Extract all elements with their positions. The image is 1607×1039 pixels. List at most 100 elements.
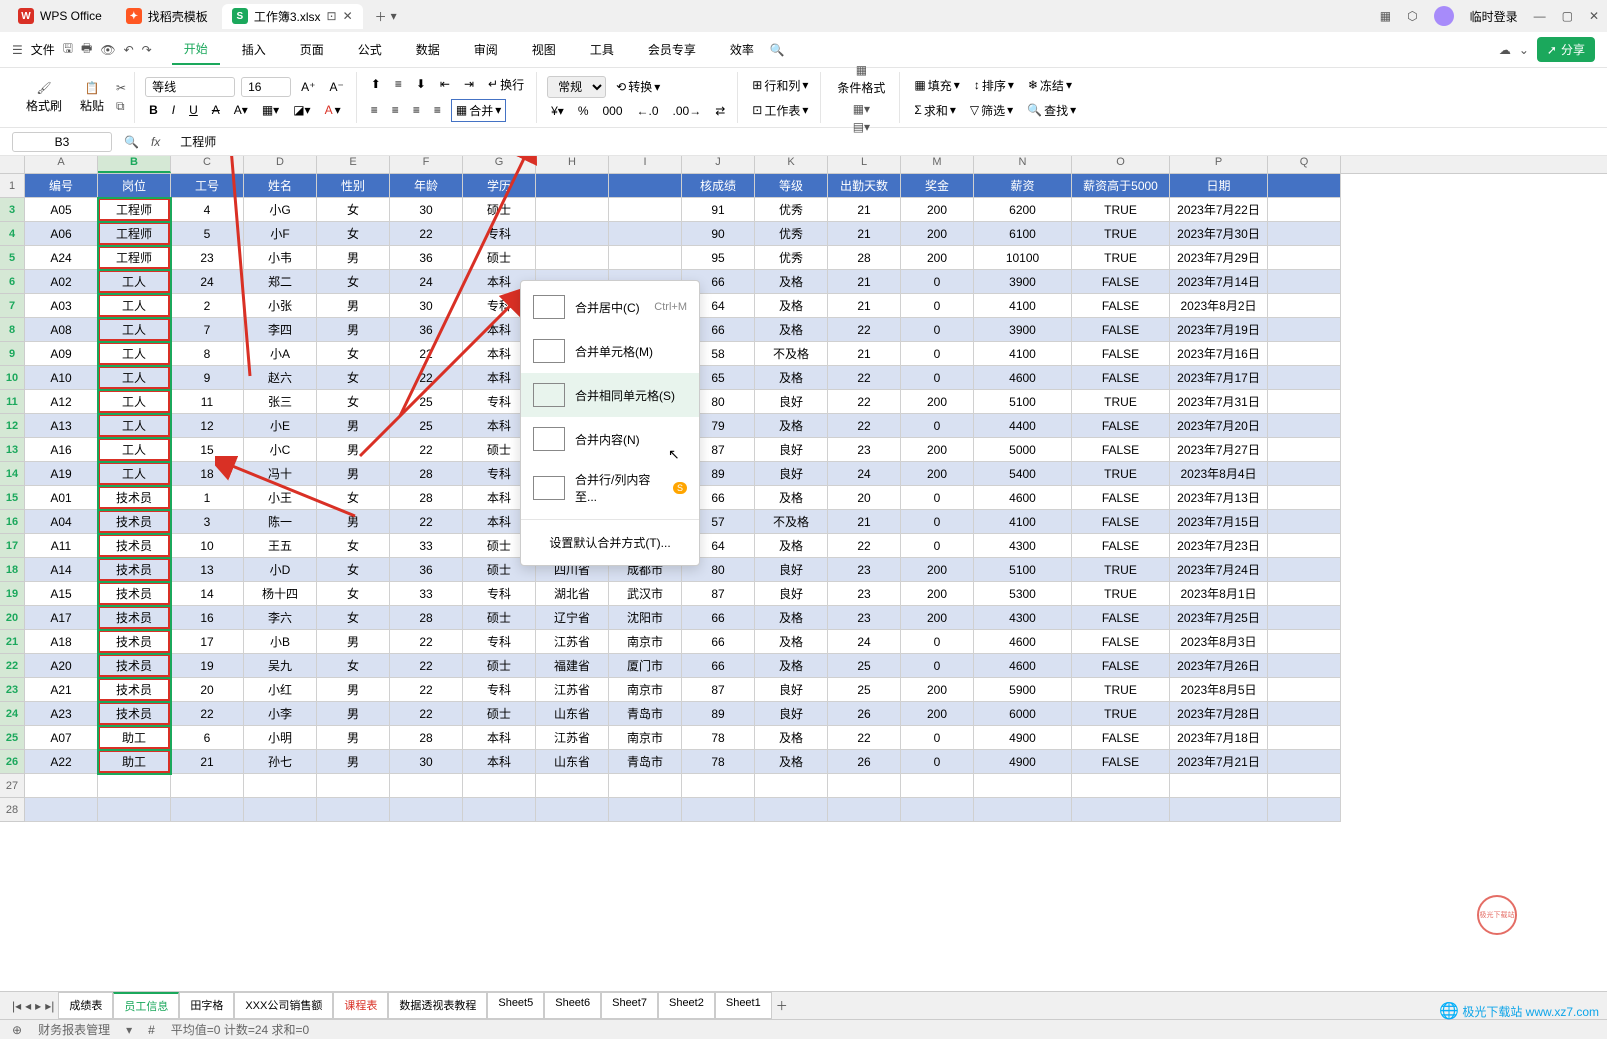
cell[interactable]: FALSE [1072,294,1170,318]
menu-icon[interactable]: ☰ [12,43,23,57]
row-header[interactable]: 9 [0,342,25,366]
row-header[interactable]: 10 [0,366,25,390]
maximize-icon[interactable]: ▢ [1562,9,1573,23]
cell[interactable]: 0 [901,750,974,774]
cell[interactable]: 男 [317,414,390,438]
cell[interactable]: FALSE [1072,486,1170,510]
row-header[interactable]: 6 [0,270,25,294]
cell[interactable]: 小红 [244,678,317,702]
cell[interactable] [1268,678,1341,702]
cell[interactable]: FALSE [1072,726,1170,750]
cell[interactable]: TRUE [1072,702,1170,726]
cell[interactable]: A15 [25,582,98,606]
cell[interactable]: 10100 [974,246,1072,270]
cell[interactable]: 工人 [98,318,171,342]
cell[interactable]: 200 [901,702,974,726]
cell[interactable]: 小张 [244,294,317,318]
cell[interactable] [1072,798,1170,822]
cell[interactable]: 南京市 [609,678,682,702]
cell[interactable]: 吴九 [244,654,317,678]
cell[interactable]: 良好 [755,582,828,606]
row-header[interactable]: 8 [0,318,25,342]
row-header[interactable]: 5 [0,246,25,270]
cell[interactable]: 21 [828,270,901,294]
cell[interactable]: 技术员 [98,486,171,510]
preview-icon[interactable]: 👁 [100,43,115,57]
cell[interactable]: 女 [317,390,390,414]
cell[interactable]: 10 [171,534,244,558]
align-left-icon[interactable]: ≡ [367,101,382,119]
cell[interactable]: 女 [317,654,390,678]
cell[interactable]: 小A [244,342,317,366]
cell[interactable]: 0 [901,510,974,534]
cell[interactable]: 200 [901,462,974,486]
file-menu[interactable]: 文件 [31,41,55,58]
sum-button[interactable]: Σ 求和▾ [910,100,959,121]
freeze-button[interactable]: ❄ 冻结▾ [1024,75,1076,96]
cell[interactable]: 优秀 [755,246,828,270]
cell[interactable]: A04 [25,510,98,534]
cell[interactable]: A24 [25,246,98,270]
login-text[interactable]: 临时登录 [1470,8,1518,25]
cell[interactable]: 6 [171,726,244,750]
cell[interactable] [1268,582,1341,606]
cell[interactable]: 孙七 [244,750,317,774]
cell[interactable]: 郑二 [244,270,317,294]
cell[interactable] [1268,390,1341,414]
app-tab-template[interactable]: ✦ 找稻壳模板 [116,4,218,29]
cell[interactable]: 28 [390,462,463,486]
cell[interactable]: 江苏省 [536,678,609,702]
cell[interactable]: 及格 [755,294,828,318]
cell[interactable]: 及格 [755,270,828,294]
status-mgmt[interactable]: 财务报表管理 [38,1021,110,1038]
cell[interactable] [901,798,974,822]
cell[interactable]: 2023年7月13日 [1170,486,1268,510]
cell[interactable]: 7 [171,318,244,342]
type-convert-icon[interactable]: ⇄ [711,102,729,120]
cell[interactable]: 15 [171,438,244,462]
cell[interactable] [536,198,609,222]
menu-会员专享[interactable]: 会员专享 [636,35,708,64]
cell[interactable]: 0 [901,654,974,678]
col-header-N[interactable]: N [974,156,1072,173]
worksheet-button[interactable]: ⊡ 工作表▾ [748,100,812,121]
cell[interactable] [1268,438,1341,462]
cell[interactable]: 24 [828,462,901,486]
col-header-M[interactable]: M [901,156,974,173]
cell[interactable]: 0 [901,294,974,318]
cell[interactable] [244,798,317,822]
cell[interactable] [1268,798,1341,822]
status-icon[interactable]: ⊕ [12,1023,22,1037]
cell[interactable]: 8 [171,342,244,366]
cell[interactable]: 5100 [974,390,1072,414]
header-cell[interactable]: 学历 [463,174,536,198]
fill-button[interactable]: ▦ 填充▾ [910,75,963,96]
col-header-F[interactable]: F [390,156,463,173]
sheet-tab-Sheet7[interactable]: Sheet7 [601,992,658,1019]
cell[interactable]: 4600 [974,630,1072,654]
cell[interactable]: 青岛市 [609,702,682,726]
cell[interactable]: 23 [828,582,901,606]
row-header[interactable]: 22 [0,654,25,678]
cell[interactable]: 28 [390,486,463,510]
cell[interactable]: 22 [390,678,463,702]
cell[interactable]: 工人 [98,270,171,294]
header-cell[interactable]: 奖金 [901,174,974,198]
cell[interactable]: 0 [901,366,974,390]
row-header[interactable]: 27 [0,774,25,798]
cell[interactable]: 4100 [974,294,1072,318]
cell[interactable]: 2023年7月14日 [1170,270,1268,294]
strike-icon[interactable]: A [208,101,224,119]
cell[interactable]: 3900 [974,318,1072,342]
menu-数据[interactable]: 数据 [404,35,452,64]
col-header-C[interactable]: C [171,156,244,173]
name-box[interactable] [12,132,112,152]
cell[interactable]: 武汉市 [609,582,682,606]
cell[interactable]: 工人 [98,462,171,486]
cell[interactable] [1268,318,1341,342]
cell[interactable]: 硕士 [463,606,536,630]
cell[interactable] [1268,414,1341,438]
cell[interactable]: 0 [901,486,974,510]
cell[interactable] [244,774,317,798]
cell[interactable]: 2023年7月28日 [1170,702,1268,726]
